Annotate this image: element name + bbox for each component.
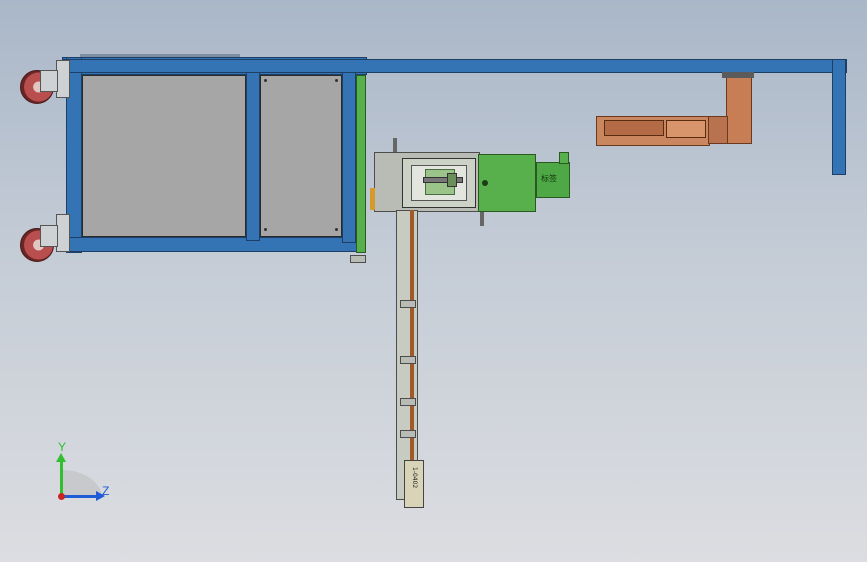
rail-block	[400, 356, 416, 364]
orientation-triad: Y Z	[50, 440, 120, 510]
motor-endcap: 标签	[536, 162, 570, 198]
panel-bolt	[264, 79, 267, 82]
panel-bolt	[335, 228, 338, 231]
cart-right-post	[342, 71, 356, 243]
rail-block	[400, 430, 416, 438]
cart-frame	[62, 54, 367, 257]
module-window	[402, 158, 476, 208]
overhead-beam-drop-post	[832, 59, 846, 175]
cart-middle-post	[246, 71, 260, 241]
triad-z-label: Z	[102, 484, 110, 498]
rail-end-plate-text: 1-0402	[411, 467, 418, 489]
motor-arm-vertical	[726, 74, 752, 144]
rail-block	[400, 300, 416, 308]
panel-bolt	[264, 228, 267, 231]
rail-end-plate: 1-0402	[404, 460, 424, 508]
cart-left-panel	[82, 75, 246, 237]
gearbox-detail-2	[666, 120, 706, 138]
triad-y-label: Y	[58, 440, 67, 454]
triad-y-arrow	[56, 453, 66, 462]
cart-side-plate	[356, 75, 366, 253]
motor-tag: 标签	[541, 174, 557, 183]
rail-block	[400, 398, 416, 406]
clamp-shaft	[423, 177, 463, 183]
caster-arm-top	[40, 70, 58, 92]
overhead-beam	[62, 59, 847, 73]
clamp-knob	[447, 173, 457, 187]
caster-arm-bottom	[40, 225, 58, 247]
caster-mount-top	[56, 60, 70, 98]
triad-z-axis	[62, 495, 98, 498]
triad-y-axis	[60, 460, 63, 496]
vertical-rail	[396, 210, 418, 500]
cart-right-panel	[260, 75, 342, 237]
motor-arm-joint	[708, 116, 728, 144]
module-pin-top	[393, 138, 397, 152]
module-pin-bottom	[480, 212, 484, 226]
cart-bottom-rail	[66, 237, 362, 252]
cad-viewport[interactable]: 标签 1-0402 Y Z	[0, 0, 867, 562]
cart-foot	[350, 255, 366, 263]
cart-top-cover	[80, 54, 240, 57]
motor-arm-bracket	[722, 72, 754, 78]
gearbox-detail	[604, 120, 664, 136]
triad-origin	[58, 493, 65, 500]
module-orange-tab	[370, 188, 375, 210]
caster-mount-bottom	[56, 214, 70, 252]
motor-housing-bolt	[482, 180, 488, 186]
motor-connector	[559, 152, 569, 164]
panel-bolt	[335, 79, 338, 82]
